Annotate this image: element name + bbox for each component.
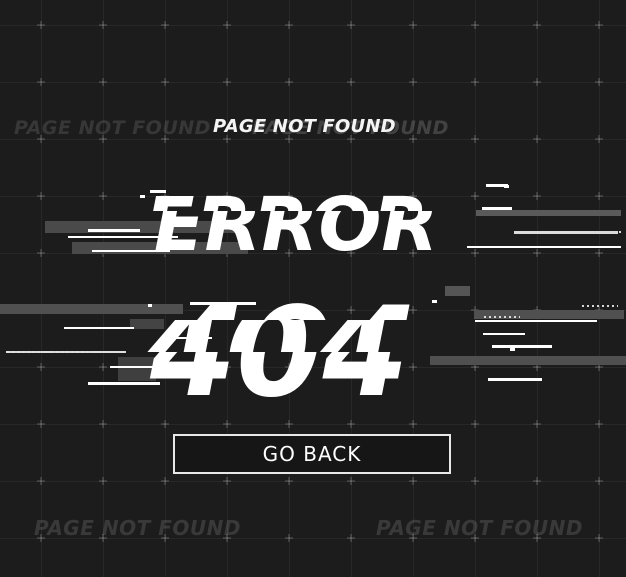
error-page: PAGE NOT FOUND PAGE NOT FOUND PAGE NOT F… <box>0 0 626 577</box>
error-headline: ERROR ERROR <box>144 182 438 256</box>
glitch-title-art: ERROR ERROR 404 404 404 <box>0 182 626 402</box>
error-code: 404 404 404 <box>137 285 419 402</box>
go-back-button[interactable]: GO BACK <box>173 434 451 474</box>
